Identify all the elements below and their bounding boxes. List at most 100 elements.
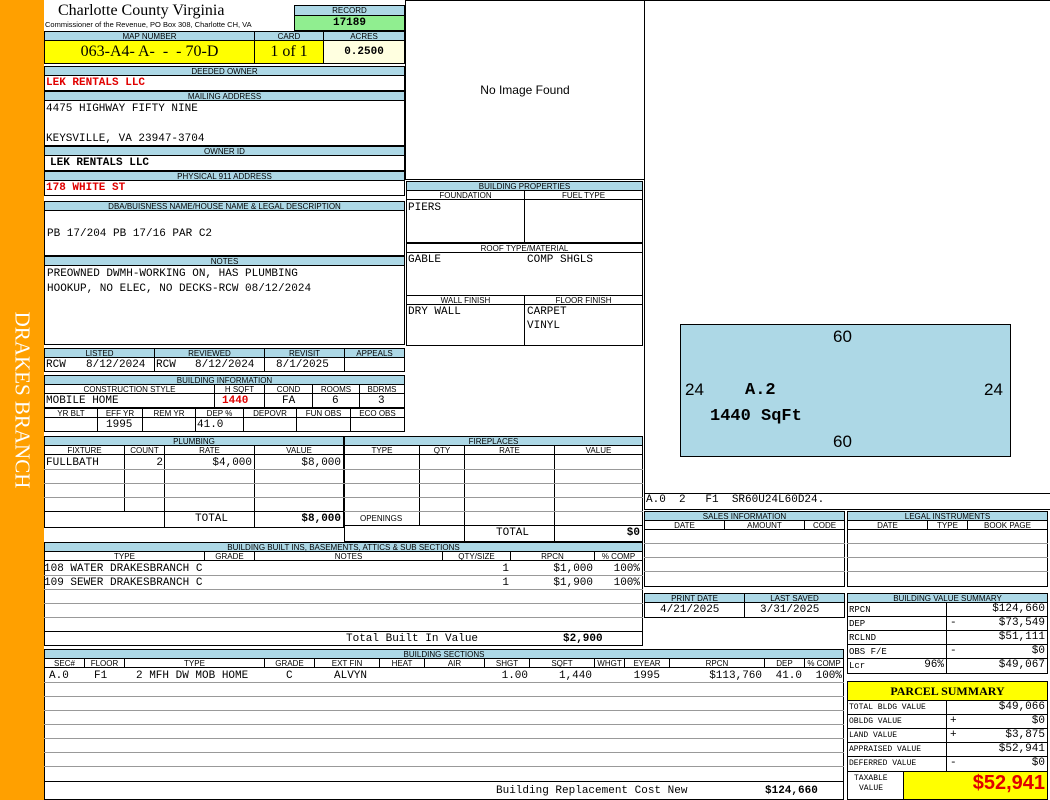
sketch-left-dim: 24 — [685, 380, 704, 399]
parcel-obldg-label: OBLDG VALUE — [849, 717, 902, 726]
built-in-rpcn: $1,000 — [553, 563, 593, 575]
sidebar: DRAKES BRANCH — [0, 0, 44, 800]
built-ins-total: $2,900 — [563, 633, 603, 645]
value-lcr: $49,067 — [998, 659, 1045, 671]
sections-total: $124,660 — [765, 785, 818, 797]
sketch-area-label: 1440 SqFt — [710, 407, 802, 426]
parcel-land: $3,875 — [1005, 729, 1045, 741]
parcel-appraised: $52,941 — [998, 743, 1045, 755]
section-eyear: 1995 — [633, 670, 660, 682]
deeded-owner: LEK RENTALS LLC — [46, 77, 146, 89]
value-rclnd-label: RCLND — [849, 633, 877, 643]
built-in-comp: 100% — [613, 577, 640, 589]
built-in-type: 109 SEWER DRAKESBRANCH C — [44, 577, 203, 589]
parcel-summary-title: PARCEL SUMMARY — [847, 681, 1048, 701]
fireplaces-total: $0 — [626, 527, 640, 539]
map-number: 063-A4- A- - - 70-D — [44, 40, 255, 64]
dep-value: 41.0 — [197, 419, 224, 431]
floor-finish-1: CARPET — [527, 306, 567, 318]
built-in-comp: 100% — [613, 563, 640, 575]
sections-total-label: Building Replacement Cost New — [496, 785, 688, 797]
physical-address: 178 WHITE ST — [46, 182, 126, 194]
taxable-label-2: VALUE — [859, 784, 884, 793]
fireplaces-total-label: TOTAL — [496, 527, 530, 539]
plumbing-total: $8,000 — [301, 513, 341, 525]
rooms-value: 6 — [332, 395, 339, 407]
office-address: Commissioner of the Revenue, PO Box 308,… — [45, 20, 252, 29]
legal-instruments-table — [847, 529, 1048, 587]
plumbing-value: $8,000 — [301, 457, 341, 469]
revisit-date: 8/1/2025 — [276, 359, 329, 371]
photo-area: No Image Found — [405, 0, 645, 180]
value-lcr-label: Lcr — [849, 661, 866, 671]
sketch-code: A.0 2 F1 SR60U24L60D24. — [646, 494, 825, 506]
section-dep: 41.0 — [775, 670, 802, 682]
plumbing-count: 2 — [156, 457, 163, 469]
built-in-qty: 1 — [502, 577, 509, 589]
sketch-section-label: A.2 — [745, 381, 776, 400]
value-rclnd: $51,111 — [998, 631, 1045, 643]
legal-description: PB 17/204 PB 17/16 PAR C2 — [47, 228, 213, 240]
foundation-value: PIERS — [408, 202, 442, 214]
value-dep-label: DEP — [849, 619, 866, 629]
built-in-rpcn: $1,900 — [553, 577, 593, 589]
parcel-land-label: LAND VALUE — [849, 731, 898, 740]
parcel-appraised-label: APPRAISED VALUE — [849, 745, 922, 754]
built-in-type: 108 WATER DRAKESBRANCH C — [44, 563, 203, 575]
print-date: 4/21/2025 — [660, 604, 720, 616]
section-comp: 100% — [815, 670, 842, 682]
mailing-line-1: 4475 HIGHWAY FIFTY NINE — [46, 103, 198, 115]
sketch-bottom-dim: 60 — [833, 432, 852, 451]
sidebar-label: DRAKES BRANCH — [10, 311, 35, 489]
value-obs: $0 — [1031, 645, 1045, 657]
value-obs-label: OBS F/E — [849, 647, 887, 657]
parcel-deferred-label: DEFERRED VALUE — [849, 759, 917, 768]
value-dep: $73,549 — [998, 617, 1045, 629]
hsqft-value: 1440 — [222, 395, 249, 407]
construction-style: MOBILE HOME — [46, 395, 119, 407]
built-in-qty: 1 — [502, 563, 509, 575]
value-lcr-pct: 96% — [924, 659, 944, 671]
parcel-total-bldg: $49,066 — [998, 701, 1045, 713]
wall-finish-value: DRY WALL — [408, 306, 461, 318]
owner-id: LEK RENTALS LLC — [50, 157, 150, 169]
section-floor: F1 — [94, 670, 108, 682]
floor-finish-2: VINYL — [527, 320, 561, 332]
no-image-text: No Image Found — [480, 83, 570, 97]
eff-yr-value: 1995 — [106, 419, 133, 431]
plumbing-rate: $4,000 — [212, 457, 252, 469]
section-extfin: ALVYN — [334, 670, 368, 682]
section-shgt: 1.00 — [501, 670, 528, 682]
last-saved-date: 3/31/2025 — [760, 604, 820, 616]
record-number: 17189 — [294, 15, 405, 31]
parcel-deferred: $0 — [1031, 757, 1045, 769]
section-sec: A.0 — [49, 670, 69, 682]
acres-value: 0.2500 — [323, 40, 405, 64]
listed-date: 8/12/2024 — [86, 359, 146, 371]
section-rpcn: $113,760 — [709, 670, 762, 682]
bdrms-value: 3 — [378, 395, 385, 407]
notes-line-2: HOOKUP, NO ELEC, NO DECKS-RCW 08/12/2024 — [47, 283, 312, 295]
notes-line-1: PREOWNED DWMH-WORKING ON, HAS PLUMBING — [47, 268, 298, 280]
cond-value: FA — [282, 395, 296, 407]
section-sqft: 1,440 — [558, 670, 592, 682]
county-title: Charlotte County Virginia — [58, 2, 225, 19]
section-grade: C — [286, 670, 293, 682]
roof-type: GABLE — [408, 254, 442, 266]
sales-table — [644, 529, 845, 587]
built-ins-total-label: Total Built In Value — [346, 633, 479, 645]
parcel-obldg: $0 — [1031, 715, 1045, 727]
card-number: 1 of 1 — [254, 40, 324, 64]
fireplaces-openings-label: OPENINGS — [360, 514, 403, 523]
taxable-label-1: TAXABLE — [854, 774, 888, 783]
mailing-line-2: KEYSVILLE, VA 23947-3704 — [46, 133, 205, 145]
plumbing-total-label: TOTAL — [195, 513, 229, 525]
plumbing-fixture: FULLBATH — [46, 457, 99, 469]
parcel-total-bldg-label: TOTAL BLDG VALUE — [849, 703, 926, 712]
roof-material: COMP SHGLS — [527, 254, 594, 266]
value-rpcn: $124,660 — [992, 603, 1045, 615]
sketch-right-dim: 24 — [984, 380, 1003, 399]
sketch-top-dim: 60 — [833, 327, 852, 346]
value-rpcn-label: RPCN — [849, 605, 871, 615]
listed-by: RCW — [46, 359, 66, 371]
